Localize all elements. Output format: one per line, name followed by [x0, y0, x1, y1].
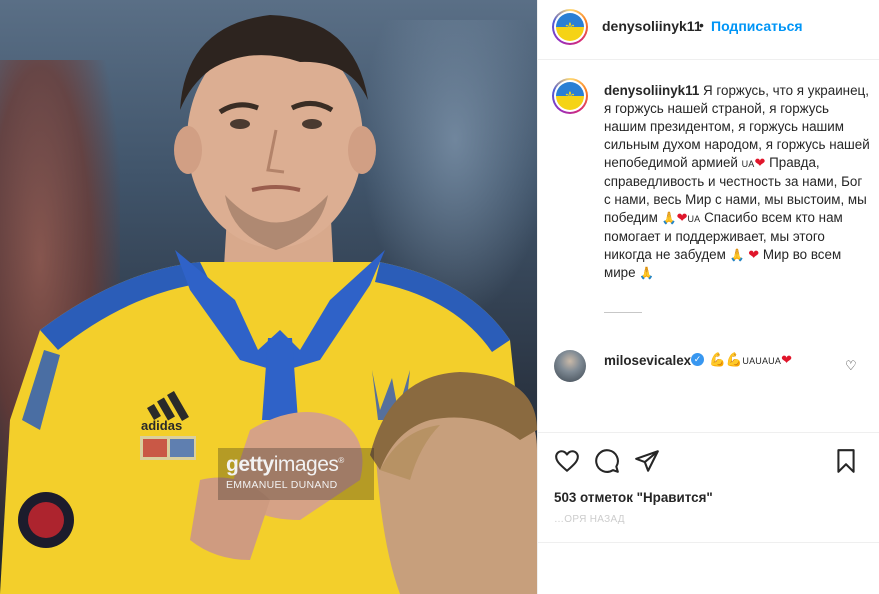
red-heart-icon: ❤ [748, 247, 760, 262]
verified-badge-icon: ✓ [691, 353, 704, 366]
praying-hands-icon: 🙏 [639, 266, 655, 280]
red-heart-icon: ❤ [754, 155, 766, 170]
watermark-brand-b: images [273, 453, 339, 476]
trident-icon: ⚜ [564, 88, 576, 104]
red-heart-icon: ❤ [676, 210, 688, 225]
comment-like-icon[interactable]: ♡ [845, 358, 857, 374]
caption-username[interactable]: denysoliinyk11 [604, 83, 699, 98]
photo-illustration: adidas [0, 15, 537, 594]
flexed-arm-icon: 💪 [725, 352, 743, 367]
caption-text: denysoliinyk11 Я горжусь, что я украинец… [604, 82, 870, 282]
jersey-brand-text: adidas [141, 418, 182, 433]
flexed-arm-icon: 💪 [709, 352, 726, 367]
red-heart-icon: ❤ [781, 352, 792, 367]
author-avatar[interactable]: ⚜ [552, 9, 588, 45]
like-heart-icon[interactable] [554, 448, 580, 474]
commenter-avatar[interactable] [554, 350, 586, 382]
comment-ua-text: UAUAUA [742, 356, 782, 366]
actions-divider [538, 432, 879, 433]
post-timestamp: …ОРЯ НАЗАД [554, 514, 625, 525]
commenter-username[interactable]: milosevicalex [604, 353, 691, 368]
praying-hands-icon: 🙏 [729, 248, 745, 262]
getty-watermark-logo: gettyimages® [226, 453, 344, 477]
author-username[interactable]: denysoliinyk11 [602, 18, 702, 34]
bookmark-icon[interactable] [833, 448, 859, 474]
ua-flag-emoji: UA [687, 214, 701, 224]
follow-button[interactable]: Подписаться [711, 18, 803, 34]
ua-flag-emoji: UA [741, 159, 755, 169]
paper-plane-icon[interactable] [634, 448, 660, 474]
praying-hands-icon: 🙏 [661, 211, 677, 225]
watermark-brand-a: getty [226, 453, 274, 476]
post-header: ⚜ denysoliinyk11 • Подписаться [538, 0, 879, 60]
trident-icon: ⚜ [564, 19, 576, 35]
header-separator: • [699, 17, 704, 33]
caption-author-avatar[interactable]: ⚜ [552, 78, 588, 114]
caption-divider-line [604, 312, 642, 313]
likes-count[interactable]: 503 отметок "Нравится" [554, 490, 713, 505]
comment-bubble-icon[interactable] [594, 448, 620, 474]
post-sidebar: ⚜ denysoliinyk11 • Подписаться ⚜ denysol… [537, 0, 879, 594]
comment-box-divider [538, 542, 879, 543]
post-photo[interactable]: adidas gettyimages® EMMANUEL DUNAND [0, 0, 537, 594]
comment-text: 💪💪UAUAUA❤ [709, 352, 792, 368]
photographer-credit: EMMANUEL DUNAND [226, 479, 338, 491]
watermark-trademark: ® [338, 456, 344, 465]
